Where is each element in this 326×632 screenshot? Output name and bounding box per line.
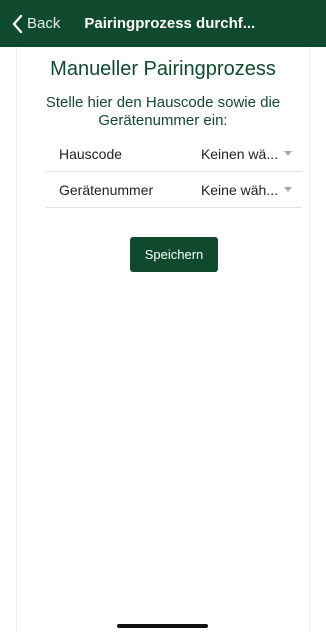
caret-down-icon [284, 151, 292, 156]
chevron-left-icon [12, 14, 23, 33]
hauscode-select[interactable]: Hauscode Keinen wä... [46, 136, 302, 172]
field-value: Keinen wä... [200, 145, 278, 162]
geraetenummer-select[interactable]: Gerätenummer Keine wäh... [46, 172, 302, 208]
home-indicator[interactable] [117, 624, 208, 628]
back-label: Back [27, 15, 61, 32]
navigation-bar: Back Pairingprozess durchf... [0, 0, 326, 47]
content-border-left [16, 47, 17, 632]
back-button[interactable]: Back [12, 14, 61, 33]
field-value: Keine wäh... [200, 181, 278, 198]
field-label: Gerätenummer [59, 181, 154, 198]
page-title: Pairingprozess durchf... [84, 15, 256, 32]
content-border-right [309, 47, 310, 632]
section-heading: Manueller Pairingprozess [50, 58, 276, 80]
caret-down-icon [284, 187, 292, 192]
instruction-text: Stelle hier den Hauscode sowie die Gerät… [45, 94, 281, 129]
save-button[interactable]: Speichern [130, 237, 218, 272]
pairing-fields-list: Hauscode Keinen wä... Gerätenummer Keine… [46, 136, 302, 208]
field-label: Hauscode [59, 145, 123, 162]
